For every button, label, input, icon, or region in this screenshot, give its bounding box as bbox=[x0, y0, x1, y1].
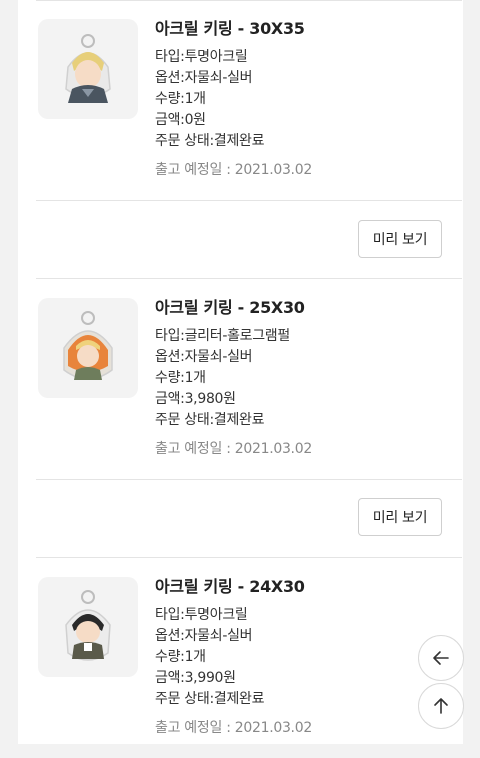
ship-date: 출고 예정일 : 2021.03.02 bbox=[155, 720, 312, 736]
scroll-top-button[interactable] bbox=[418, 683, 464, 729]
order-status: 주문 상태:결제완료 bbox=[155, 412, 265, 428]
ship-date: 출고 예정일 : 2021.03.02 bbox=[155, 162, 312, 178]
product-type: 타입:글리터-홀로그램펄 bbox=[155, 328, 290, 344]
product-amount: 금액:0원 bbox=[155, 112, 206, 128]
product-option: 옵션:자물쇠-실버 bbox=[155, 70, 253, 86]
product-type: 타입:투명아크릴 bbox=[155, 49, 248, 65]
product-quantity: 수량:1개 bbox=[155, 91, 206, 107]
order-item: 아크릴 키링 - 30X35 타입:투명아크릴 옵션:자물쇠-실버 수량:1개 … bbox=[18, 0, 463, 200]
preview-button[interactable]: 미리 보기 bbox=[358, 498, 442, 536]
order-item: 아크릴 키링 - 25X30 타입:글리터-홀로그램펄 옵션:자물쇠-실버 수량… bbox=[18, 279, 463, 479]
product-amount: 금액:3,990원 bbox=[155, 670, 236, 686]
product-option: 옵션:자물쇠-실버 bbox=[155, 628, 253, 644]
keyring-thumbnail[interactable] bbox=[38, 577, 138, 677]
arrow-left-icon bbox=[433, 651, 449, 665]
divider bbox=[36, 200, 462, 201]
order-info: 아크릴 키링 - 25X30 타입:글리터-홀로그램펄 옵션:자물쇠-실버 수량… bbox=[155, 296, 455, 460]
product-quantity: 수량:1개 bbox=[155, 370, 206, 386]
order-info: 아크릴 키링 - 24X30 타입:투명아크릴 옵션:자물쇠-실버 수량:1개 … bbox=[155, 575, 455, 739]
preview-button[interactable]: 미리 보기 bbox=[358, 220, 442, 258]
order-status: 주문 상태:결제완료 bbox=[155, 691, 265, 707]
back-button[interactable] bbox=[418, 635, 464, 681]
divider bbox=[36, 479, 462, 480]
product-amount: 금액:3,980원 bbox=[155, 391, 236, 407]
keyring-thumbnail[interactable] bbox=[38, 19, 138, 119]
order-list-panel: 아크릴 키링 - 30X35 타입:투명아크릴 옵션:자물쇠-실버 수량:1개 … bbox=[18, 0, 463, 744]
product-title: 아크릴 키링 - 25X30 bbox=[155, 298, 305, 317]
product-quantity: 수량:1개 bbox=[155, 649, 206, 665]
arrow-up-icon bbox=[434, 698, 448, 714]
order-info: 아크릴 키링 - 30X35 타입:투명아크릴 옵션:자물쇠-실버 수량:1개 … bbox=[155, 17, 455, 181]
product-option: 옵션:자물쇠-실버 bbox=[155, 349, 253, 365]
product-title: 아크릴 키링 - 30X35 bbox=[155, 19, 305, 38]
order-status: 주문 상태:결제완료 bbox=[155, 133, 265, 149]
ship-date: 출고 예정일 : 2021.03.02 bbox=[155, 441, 312, 457]
order-item: 아크릴 키링 - 24X30 타입:투명아크릴 옵션:자물쇠-실버 수량:1개 … bbox=[18, 558, 463, 758]
keyring-thumbnail[interactable] bbox=[38, 298, 138, 398]
product-title: 아크릴 키링 - 24X30 bbox=[155, 577, 305, 596]
product-type: 타입:투명아크릴 bbox=[155, 607, 248, 623]
